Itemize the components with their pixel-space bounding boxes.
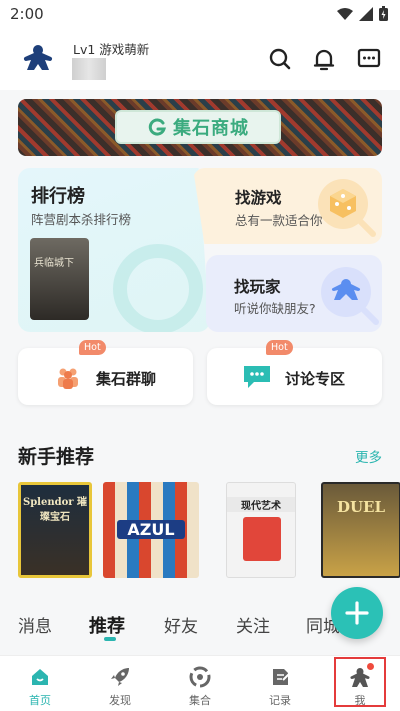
group-icon [58, 368, 78, 389]
dice-icon [318, 179, 376, 237]
tab-friends[interactable]: 好友 [164, 612, 198, 637]
find-player-card[interactable]: 找玩家 听说你缺朋友? [206, 255, 382, 332]
record-icon [273, 669, 290, 685]
game-box-splendor[interactable]: Splendor 璀璨宝石 [18, 482, 92, 578]
game-box-label: DUEL [336, 498, 386, 516]
recommend-more-link[interactable]: 更多 [355, 446, 382, 466]
rank-poster-text: 兵临城下 [34, 258, 74, 269]
bell-icon[interactable] [311, 46, 337, 72]
game-box-label: AZUL [117, 520, 185, 539]
chat-bubble-icon [244, 366, 270, 388]
tab-following[interactable]: 关注 [236, 612, 270, 637]
app-header: Lv1 游戏萌新 [0, 28, 400, 90]
username-blurred [72, 58, 106, 80]
rank-watermark-icon [113, 244, 203, 332]
game-box-label: Splendor 璀璨宝石 [22, 497, 88, 523]
nav-discover[interactable]: 发现 [98, 660, 142, 708]
rocket-icon [111, 668, 129, 686]
meeple-search-icon [321, 267, 379, 325]
find-game-subtitle: 总有一款适合你 [235, 213, 323, 228]
nav-record-label: 记录 [269, 694, 291, 707]
wifi-icon [337, 7, 353, 20]
nav-me-highlight [334, 657, 386, 707]
user-level: Lv1 游戏萌新 [73, 42, 150, 57]
store-banner-label: 集石商城 [173, 118, 249, 139]
rank-card-subtitle: 阵营剧本杀排行榜 [31, 212, 132, 227]
group-chat-label: 集石群聊 [96, 370, 157, 388]
rank-poster[interactable]: 兵临城下 [30, 238, 89, 320]
find-player-title: 找玩家 [234, 278, 281, 296]
game-box-modern-art[interactable]: 现代艺术 [226, 482, 296, 578]
discussion-button[interactable]: 讨论专区 Hot [207, 340, 382, 405]
plus-icon [345, 601, 369, 625]
status-icons [337, 6, 388, 21]
signal-icon [359, 6, 373, 21]
battery-icon [379, 6, 388, 21]
find-game-card[interactable]: 找游戏 总有一款适合你 [193, 168, 382, 244]
active-tab-indicator [104, 637, 116, 641]
tab-recommend[interactable]: 推荐 [89, 612, 125, 638]
store-logo-icon [148, 118, 167, 136]
nav-home-label: 首页 [29, 694, 51, 707]
nav-collection-label: 集合 [189, 694, 211, 707]
collection-icon [189, 666, 211, 688]
find-player-subtitle: 听说你缺朋友? [234, 301, 316, 316]
status-bar: 2:00 [0, 0, 400, 28]
recommend-list: Splendor 璀璨宝石 AZUL 现代艺术 DUEL [18, 482, 400, 580]
recommend-title: 新手推荐 [18, 446, 95, 468]
hot-badge: Hot [266, 340, 293, 355]
nav-home[interactable]: 首页 [18, 660, 62, 708]
hot-badge: Hot [79, 340, 106, 355]
home-icon [32, 669, 48, 685]
nav-collection[interactable]: 集合 [178, 660, 222, 708]
group-chat-button[interactable]: 集石群聊 Hot [18, 340, 193, 405]
nav-discover-label: 发现 [109, 694, 131, 707]
meeple-logo-icon [23, 45, 53, 70]
game-box-label: 现代艺术 [227, 497, 295, 512]
tab-messages[interactable]: 消息 [18, 612, 52, 637]
game-box-duel[interactable]: DUEL [321, 482, 400, 578]
game-box-azul[interactable]: AZUL [103, 482, 199, 578]
status-time: 2:00 [10, 5, 44, 23]
search-icon[interactable] [267, 46, 293, 72]
find-game-title: 找游戏 [235, 189, 282, 207]
create-post-button[interactable] [331, 587, 383, 639]
discussion-label: 讨论专区 [285, 370, 346, 388]
rank-card[interactable]: 排行榜 阵营剧本杀排行榜 兵临城下 [18, 168, 210, 332]
store-banner[interactable]: 集石商城 [18, 99, 382, 156]
message-icon[interactable] [356, 46, 382, 72]
store-banner-pill: 集石商城 [115, 110, 281, 144]
nav-record[interactable]: 记录 [258, 660, 302, 708]
rank-card-title: 排行榜 [31, 186, 85, 207]
